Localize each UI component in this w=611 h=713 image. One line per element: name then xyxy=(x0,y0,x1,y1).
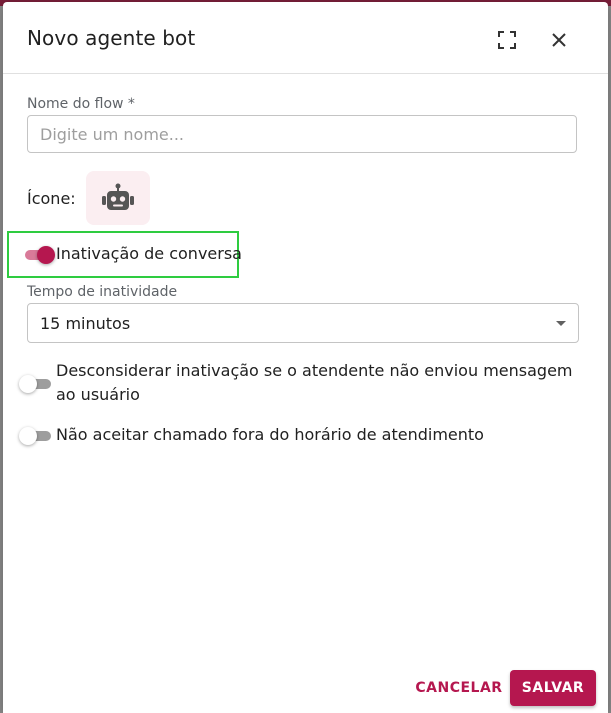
close-button[interactable] xyxy=(543,24,575,56)
inactivity-time-value: 15 minutos xyxy=(40,314,131,333)
inactivity-time-label: Tempo de inatividade xyxy=(27,284,178,300)
name-field-label: Nome do flow * xyxy=(27,96,135,112)
inactivity-time-select[interactable]: 15 minutos xyxy=(27,303,579,343)
expand-button[interactable] xyxy=(491,24,523,56)
inactivation-toggle-label: Inativação de conversa xyxy=(56,244,242,263)
icon-label: Ícone: xyxy=(27,189,76,208)
robot-icon xyxy=(102,183,134,210)
inactivation-toggle[interactable] xyxy=(23,245,55,265)
flow-name-input[interactable] xyxy=(27,115,577,153)
fullscreen-icon xyxy=(498,31,516,49)
close-icon xyxy=(552,33,566,47)
new-bot-agent-dialog: Novo agente bot Nome do flow * Ícone: In… xyxy=(3,2,608,713)
off-hours-toggle[interactable] xyxy=(19,426,51,446)
ignore-inactivation-label: Desconsiderar inativação se o atendente … xyxy=(56,361,573,404)
save-button[interactable]: SALVAR xyxy=(510,670,596,706)
off-hours-label: Não aceitar chamado fora do horário de a… xyxy=(56,425,484,444)
icon-picker-button[interactable] xyxy=(86,171,150,225)
header-divider xyxy=(3,73,608,74)
toggle-thumb xyxy=(37,246,55,264)
cancel-button[interactable]: CANCELAR xyxy=(409,670,509,706)
dropdown-arrow-icon xyxy=(556,321,566,326)
ignore-inactivation-toggle[interactable] xyxy=(19,374,51,394)
toggle-thumb xyxy=(19,427,37,445)
toggle-thumb xyxy=(19,375,37,393)
dialog-title: Novo agente bot xyxy=(27,26,196,50)
